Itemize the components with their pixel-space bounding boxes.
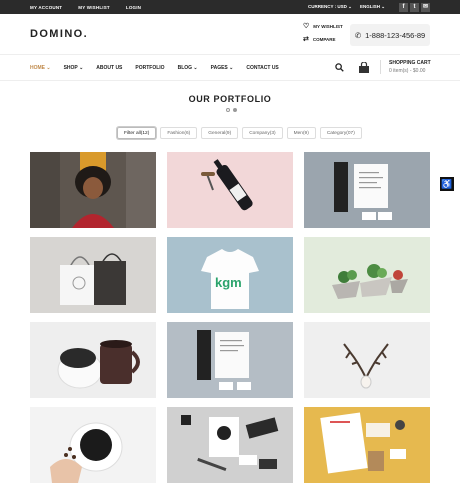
portfolio-grid: kgm <box>30 152 430 483</box>
portfolio-item-stationery-2[interactable] <box>167 322 293 398</box>
dot <box>226 108 230 112</box>
portfolio-item-bags[interactable] <box>30 237 156 313</box>
nav-shop[interactable]: SHOP ⌄ <box>64 65 84 71</box>
language-select[interactable]: ENGLISH ⌄ <box>360 4 385 10</box>
portfolio-item-stationery[interactable] <box>304 152 430 228</box>
dot-active <box>233 108 237 112</box>
portfolio-title: OUR PORTFOLIO <box>188 94 272 104</box>
portfolio-filters: Filter all(12) Fashion(6) General(9) Com… <box>117 127 362 139</box>
nav-portfolio[interactable]: PORTFOLIO <box>135 65 164 71</box>
portfolio-item-coffee[interactable] <box>30 407 156 483</box>
search-icon[interactable] <box>335 63 344 74</box>
phone-number: 1-888-123-456-89 <box>365 30 426 40</box>
twitter-icon[interactable]: t <box>410 2 419 12</box>
facebook-icon[interactable]: f <box>399 2 408 12</box>
phone-icon: ✆ <box>354 30 362 40</box>
cart-summary: 0 item(s) - $0.00 <box>389 68 426 74</box>
my-wishlist-link[interactable]: MY WISHLIST <box>78 5 110 10</box>
shopping-cart[interactable]: SHOPPING CART 0 item(s) - $0.00 <box>380 60 431 74</box>
filter-company[interactable]: Company(3) <box>242 127 283 139</box>
portfolio-item-yellow-stationery[interactable] <box>304 407 430 483</box>
site-logo[interactable]: DOMINO. <box>30 28 88 40</box>
top-bar: MY ACCOUNT MY WISHLIST LOGIN CURRENCY : … <box>0 0 460 14</box>
portfolio-item-plants[interactable] <box>304 237 430 313</box>
svg-text:kgm: kgm <box>215 275 242 290</box>
cart-title: SHOPPING CART <box>389 60 431 66</box>
nav-home[interactable]: HOME ⌄ <box>30 65 51 71</box>
currency-select[interactable]: CURRENCY : USD ⌄ <box>308 4 352 10</box>
nav-pages[interactable]: PAGES ⌄ <box>211 65 234 71</box>
portfolio-item-mugs[interactable] <box>30 322 156 398</box>
cart-icon[interactable] <box>358 61 370 73</box>
portfolio-item-tshirt[interactable]: kgm <box>167 237 293 313</box>
portfolio-item-woman[interactable] <box>30 152 156 228</box>
header: DOMINO. ♡ MY WISHLIST ⇄ COMPARE ✆ 1-888-… <box>0 14 460 54</box>
portfolio-item-antlers[interactable] <box>304 322 430 398</box>
login-link[interactable]: LOGIN <box>126 5 141 10</box>
portfolio-item-branding[interactable] <box>167 407 293 483</box>
nav-contact[interactable]: CONTACT US <box>246 65 278 71</box>
filter-category[interactable]: Category(07) <box>319 127 362 139</box>
nav-blog[interactable]: BLOG ⌄ <box>178 65 198 71</box>
title-dots <box>226 108 237 112</box>
heart-icon: ♡ <box>303 23 310 30</box>
filter-fashion[interactable]: Fashion(6) <box>160 127 198 139</box>
mail-icon[interactable]: ✉ <box>421 2 430 12</box>
nav-about[interactable]: ABOUT US <box>96 65 122 71</box>
portfolio-item-wine[interactable] <box>167 152 293 228</box>
filter-men[interactable]: Men(9) <box>286 127 316 139</box>
main-nav: HOME ⌄ SHOP ⌄ ABOUT US PORTFOLIO BLOG ⌄ … <box>0 54 460 81</box>
my-account-link[interactable]: MY ACCOUNT <box>30 5 62 10</box>
compare-icon: ⇄ <box>303 36 309 43</box>
filter-all[interactable]: Filter all(12) <box>117 127 157 139</box>
phone-box: ✆ 1-888-123-456-89 <box>350 24 430 46</box>
accessibility-icon[interactable]: ♿ <box>440 177 454 191</box>
wishlist-link[interactable]: ♡ MY WISHLIST <box>303 23 343 30</box>
filter-general[interactable]: General(9) <box>201 127 239 139</box>
compare-link[interactable]: ⇄ COMPARE <box>303 36 343 43</box>
